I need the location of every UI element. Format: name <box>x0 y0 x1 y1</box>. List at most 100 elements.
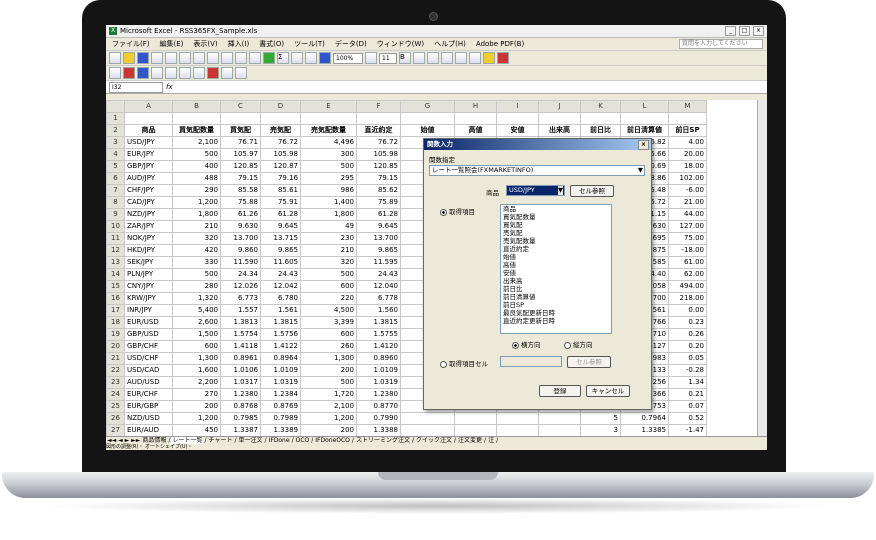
cell[interactable] <box>300 112 357 125</box>
cell[interactable]: NOK/JPY <box>124 232 173 245</box>
cell[interactable]: 75.88 <box>220 196 261 209</box>
redo-icon[interactable] <box>249 52 261 64</box>
cell[interactable]: -0.28 <box>668 364 707 377</box>
cell[interactable]: 210 <box>172 220 221 233</box>
align-left-icon[interactable] <box>413 52 425 64</box>
cell[interactable]: 120.85 <box>356 160 401 173</box>
sheet-tab[interactable]: チャート <box>208 437 234 444</box>
column-header[interactable]: M <box>668 100 707 113</box>
menu-file[interactable]: ファイル(F) <box>110 39 152 49</box>
cell[interactable] <box>124 112 173 125</box>
addin-icon-7[interactable] <box>207 67 219 79</box>
list-item[interactable]: 商品 <box>501 205 611 213</box>
cell[interactable]: GBP/CHF <box>124 340 173 353</box>
cell[interactable]: 120.87 <box>260 160 301 173</box>
cell[interactable]: 5 <box>580 412 621 425</box>
cell[interactable]: 61.00 <box>668 256 707 269</box>
cell[interactable]: 0.8769 <box>260 400 301 413</box>
minimize-button[interactable]: _ <box>725 26 736 36</box>
cell[interactable]: 1,300 <box>172 352 221 365</box>
cell[interactable]: 13.715 <box>260 232 301 245</box>
cell[interactable]: 4,496 <box>300 136 357 149</box>
cell[interactable]: 0.8960 <box>356 352 401 365</box>
cell[interactable]: 76.71 <box>220 136 261 149</box>
cell[interactable]: 1,720 <box>300 388 357 401</box>
cell[interactable]: 105.98 <box>356 148 401 161</box>
cell[interactable]: 24.34 <box>220 268 261 281</box>
close-button[interactable]: × <box>753 26 764 36</box>
header-cell[interactable]: 買気配 <box>220 124 261 137</box>
list-item[interactable]: 安値 <box>501 269 611 277</box>
sort-desc-icon[interactable] <box>305 52 317 64</box>
cell[interactable]: 0.7989 <box>260 412 301 425</box>
cell[interactable]: INR/JPY <box>124 304 173 317</box>
list-item[interactable]: 出来高 <box>501 277 611 285</box>
header-cell[interactable]: 売気配数量 <box>300 124 357 137</box>
cell[interactable]: 260 <box>300 340 357 353</box>
cell[interactable]: GBP/JPY <box>124 160 173 173</box>
addin-icon-9[interactable] <box>235 67 247 79</box>
cell[interactable]: 61.28 <box>356 208 401 221</box>
addin-icon-4[interactable] <box>165 67 177 79</box>
cell[interactable]: 5,400 <box>172 304 221 317</box>
sort-asc-icon[interactable] <box>291 52 303 64</box>
header-cell[interactable]: 高値 <box>454 124 497 137</box>
cell[interactable]: 9.865 <box>356 244 401 257</box>
cell[interactable]: 6.780 <box>260 292 301 305</box>
cell[interactable] <box>220 112 261 125</box>
cell[interactable]: 4,500 <box>300 304 357 317</box>
row-header[interactable]: 12 <box>106 244 125 257</box>
vertical-scrollbar[interactable] <box>757 100 767 436</box>
cell[interactable]: 1.2380 <box>356 388 401 401</box>
header-cell[interactable]: 前日比 <box>580 124 621 137</box>
cell[interactable]: 1.0319 <box>356 376 401 389</box>
cell[interactable]: 79.16 <box>260 172 301 185</box>
menu-view[interactable]: 表示(V) <box>191 39 219 49</box>
menu-insert[interactable]: 挿入(I) <box>226 39 252 49</box>
list-item[interactable]: 高値 <box>501 261 611 269</box>
list-item[interactable]: 買気配 <box>501 221 611 229</box>
autosum-icon[interactable]: Σ <box>277 52 289 64</box>
menu-data[interactable]: データ(D) <box>333 39 369 49</box>
horizontal-radio[interactable]: 横方向 <box>512 339 541 349</box>
row-header[interactable]: 10 <box>106 220 125 233</box>
cell[interactable]: 218.00 <box>668 292 707 305</box>
cell[interactable]: 500 <box>172 268 221 281</box>
header-cell[interactable]: 前日清算値 <box>620 124 669 137</box>
row-header[interactable]: 11 <box>106 232 125 245</box>
cell[interactable]: 200 <box>172 400 221 413</box>
cell[interactable]: 105.98 <box>260 148 301 161</box>
cell[interactable]: USD/CAD <box>124 364 173 377</box>
row-header[interactable]: 8 <box>106 196 125 209</box>
cell[interactable]: 1.560 <box>356 304 401 317</box>
merge-icon[interactable] <box>455 52 467 64</box>
cell[interactable]: 1.561 <box>260 304 301 317</box>
cell[interactable]: 500 <box>300 376 357 389</box>
sheet-tab[interactable]: IFDoneOCO <box>314 437 351 444</box>
cell[interactable]: 76.72 <box>260 136 301 149</box>
menu-edit[interactable]: 編集(E) <box>158 39 186 49</box>
cell[interactable] <box>400 424 455 437</box>
cell[interactable]: 1.557 <box>220 304 261 317</box>
cell[interactable]: 2,100 <box>172 136 221 149</box>
cell[interactable]: NZD/USD <box>124 412 173 425</box>
cell[interactable]: 295 <box>300 172 357 185</box>
function-select[interactable]: レート一覧照会(FXMARKETINFO) ▼ <box>429 165 645 176</box>
column-header[interactable]: K <box>580 100 621 113</box>
row-header[interactable]: 3 <box>106 136 125 149</box>
save-icon[interactable] <box>137 52 149 64</box>
cell[interactable]: 105.97 <box>220 148 261 161</box>
sheet-tab[interactable]: レート一覧 <box>171 437 204 444</box>
cell[interactable]: 500 <box>172 148 221 161</box>
cell[interactable]: 0.21 <box>668 388 707 401</box>
copy-icon[interactable] <box>207 52 219 64</box>
cell[interactable]: 320 <box>300 256 357 269</box>
cell[interactable]: HKD/JPY <box>124 244 173 257</box>
list-item[interactable]: 前日比 <box>501 285 611 293</box>
cell[interactable]: 230 <box>300 232 357 245</box>
cell[interactable]: NZD/JPY <box>124 208 173 221</box>
cell[interactable]: 21.00 <box>668 196 707 209</box>
cell[interactable] <box>496 412 539 425</box>
cell[interactable]: 300 <box>300 148 357 161</box>
addin-icon-5[interactable] <box>179 67 191 79</box>
